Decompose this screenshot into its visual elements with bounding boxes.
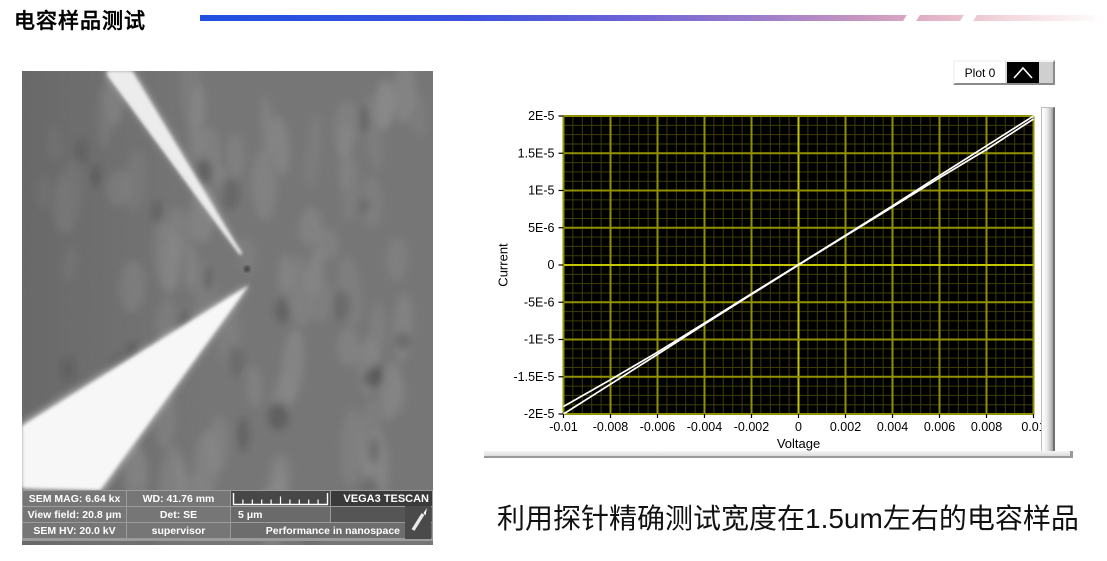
- sem-tagline: Performance in nanospace: [231, 523, 432, 538]
- svg-text:-0.006: -0.006: [640, 420, 675, 434]
- svg-text:0: 0: [795, 420, 802, 434]
- sem-micrograph: SEM MAG: 6.64 kx WD: 41.76 mm VEGA3 TESC…: [22, 71, 433, 545]
- svg-text:0: 0: [548, 258, 555, 272]
- plot-legend-label: Plot 0: [955, 62, 1005, 83]
- plot-line-style-icon: [1007, 62, 1039, 83]
- svg-text:2E-5: 2E-5: [528, 109, 554, 123]
- svg-text:-1E-5: -1E-5: [524, 333, 555, 347]
- graph-vertical-scrollbar[interactable]: [1041, 107, 1055, 453]
- sem-mag-value: SEM MAG: 6.64 kx: [23, 491, 126, 506]
- scale-ruler-icon: [231, 491, 330, 506]
- tescan-logo: [405, 506, 431, 539]
- svg-text:-5E-6: -5E-6: [524, 295, 555, 309]
- svg-text:0.008: 0.008: [971, 420, 1002, 434]
- svg-text:-0.004: -0.004: [687, 420, 722, 434]
- graph-panel-bottom-edge: [484, 451, 1073, 458]
- svg-text:1.5E-5: 1.5E-5: [518, 146, 555, 160]
- svg-text:5E-6: 5E-6: [528, 221, 554, 235]
- svg-text:-0.01: -0.01: [549, 420, 578, 434]
- page-title: 电容样品测试: [14, 5, 146, 35]
- sem-micrograph-image: [22, 71, 433, 545]
- svg-text:Current: Current: [496, 243, 511, 287]
- svg-text:1E-5: 1E-5: [528, 184, 554, 198]
- svg-text:-0.002: -0.002: [734, 420, 769, 434]
- sem-scale-ruler: [231, 491, 330, 506]
- plot-legend-button[interactable]: Plot 0: [953, 60, 1055, 85]
- svg-text:-0.008: -0.008: [593, 420, 628, 434]
- svg-text:-1.5E-5: -1.5E-5: [514, 370, 555, 384]
- sem-viewfield-value: View field: 20.8 μm: [23, 507, 126, 522]
- sem-operator-value: supervisor: [127, 523, 230, 538]
- svg-text:0.006: 0.006: [924, 420, 955, 434]
- svg-text:0.004: 0.004: [877, 420, 908, 434]
- iv-curve-graph: -0.01 -0.008 -0.006 -0.004 -0.002 0 0.002 0.004…: [483, 98, 1069, 462]
- svg-text:0.002: 0.002: [830, 420, 861, 434]
- svg-text:-2E-5: -2E-5: [524, 407, 555, 421]
- slide-caption: 利用探针精确测试宽度在1.5um左右的电容样品: [497, 497, 1107, 537]
- sem-hv-value: SEM HV: 20.0 kV: [23, 523, 126, 538]
- sem-detector-value: Det: SE: [127, 507, 230, 522]
- sem-info-bar: SEM MAG: 6.64 kx WD: 41.76 mm VEGA3 TESC…: [22, 490, 433, 541]
- legend-frame-fill: [1039, 62, 1053, 83]
- sem-brand: VEGA3 TESCAN: [331, 491, 432, 506]
- sem-wd-value: WD: 41.76 mm: [127, 491, 230, 506]
- svg-text:Voltage: Voltage: [777, 436, 820, 451]
- pencil-probe-icon: [405, 506, 431, 539]
- sem-scale-label: 5 μm: [231, 507, 330, 522]
